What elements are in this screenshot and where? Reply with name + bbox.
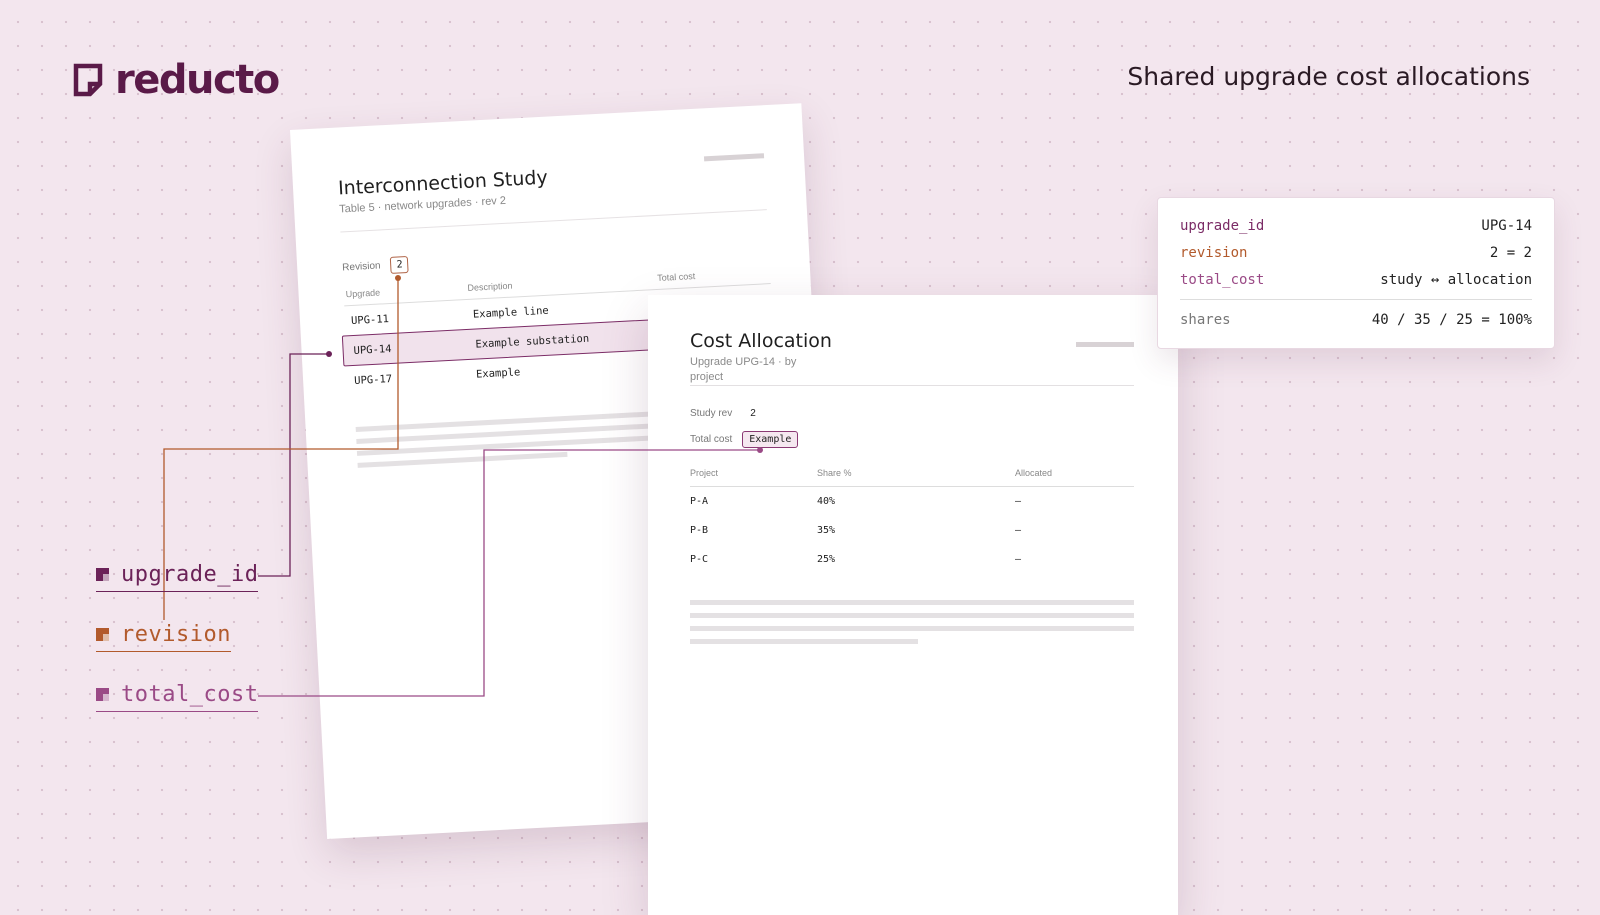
legend-label: revision: [121, 622, 231, 647]
legend-swatch-icon: [96, 628, 109, 641]
summary-row-revision: revision 2 = 2: [1180, 245, 1532, 261]
summary-value: 40 / 35 / 25 = 100%: [1371, 312, 1532, 328]
summary-row-upgrade-id: upgrade_id UPG-14: [1180, 218, 1532, 234]
legend-swatch-icon: [96, 688, 109, 701]
summary-key: upgrade_id: [1180, 218, 1265, 234]
summary-key: total_cost: [1180, 272, 1265, 288]
legend-item-revision[interactable]: revision: [96, 622, 231, 652]
summary-row-total-cost: total_cost study ↔ allocation: [1180, 272, 1532, 288]
summary-row-shares: shares 40 / 35 / 25 = 100%: [1180, 312, 1532, 328]
total-cost-anchor-dot: [757, 447, 763, 453]
revision-anchor-dot: [395, 275, 401, 281]
summary-value: 2 = 2: [1489, 245, 1532, 261]
summary-value: UPG-14: [1481, 218, 1532, 234]
summary-value: study ↔ allocation: [1380, 272, 1532, 288]
summary-key: shares: [1180, 312, 1231, 328]
summary-key: revision: [1180, 245, 1248, 261]
legend-swatch-icon: [96, 568, 109, 581]
legend-item-upgrade-id[interactable]: upgrade_id: [96, 562, 259, 592]
legend-item-total-cost[interactable]: total_cost: [96, 682, 259, 712]
summary-card: upgrade_id UPG-14 revision 2 = 2 total_c…: [1157, 197, 1555, 349]
upgrade-id-anchor-dot: [326, 351, 332, 357]
legend-label: upgrade_id: [121, 562, 259, 587]
total-cost-connector: [258, 449, 760, 697]
divider: [1180, 299, 1532, 300]
connector-lines: [163, 275, 763, 697]
legend-label: total_cost: [121, 682, 259, 707]
upgrade-id-connector: [258, 353, 329, 577]
